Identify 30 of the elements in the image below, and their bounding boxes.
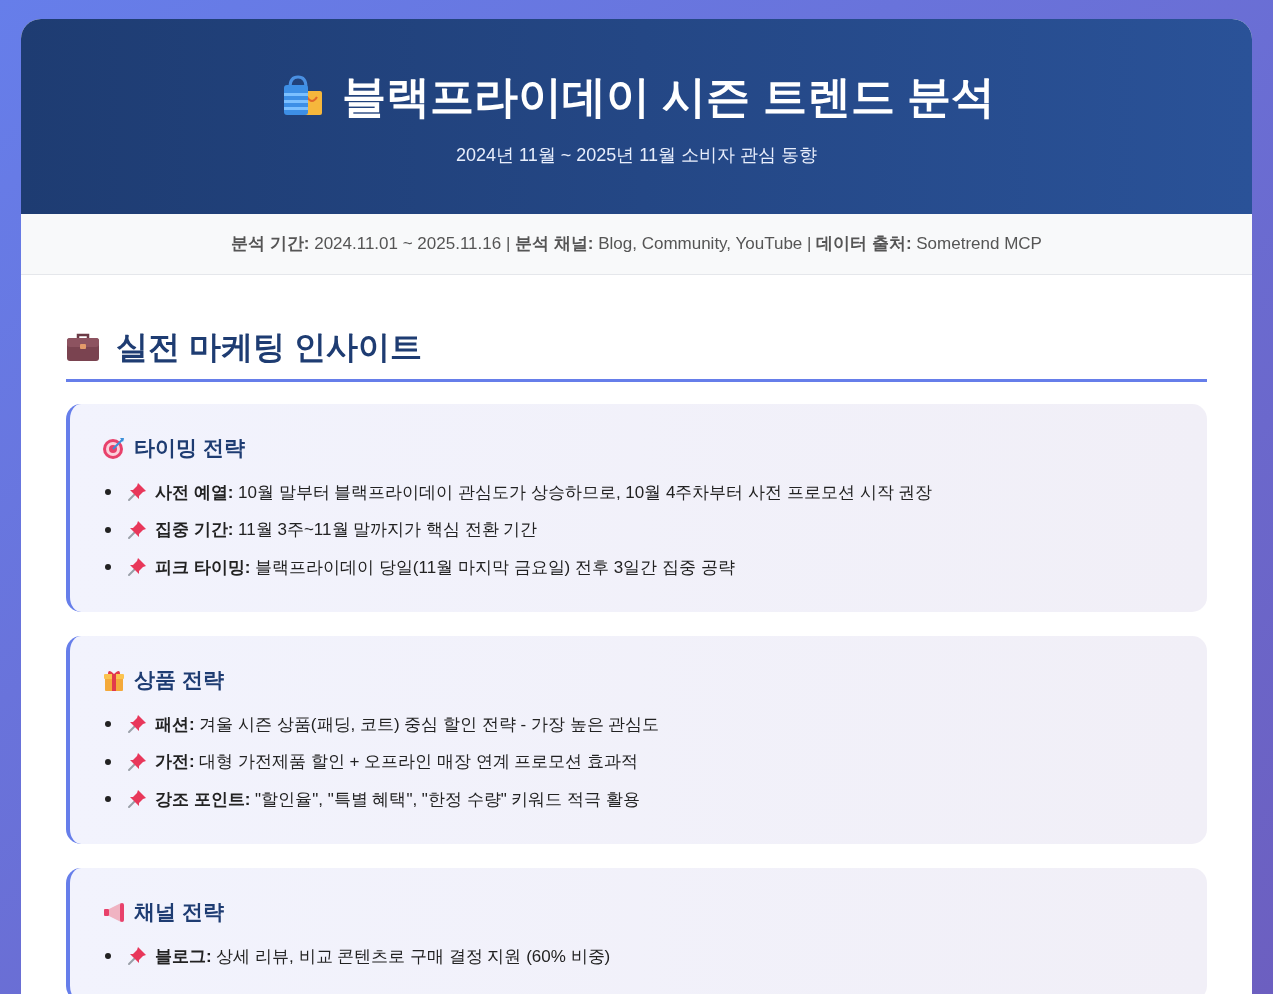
bullet-icon bbox=[105, 796, 111, 803]
bullet-icon bbox=[105, 953, 111, 960]
bullet-icon bbox=[105, 564, 111, 571]
pushpin-icon bbox=[127, 714, 147, 735]
section-title: 실전 마케팅 인사이트 bbox=[116, 328, 422, 367]
page-title: 블랙프라이데이 시즌 트렌드 분석 bbox=[342, 71, 995, 123]
bullet-icon bbox=[105, 721, 111, 728]
target-icon bbox=[102, 435, 126, 460]
pushpin-icon bbox=[127, 482, 147, 503]
strategy-item: 블로그: 상세 리뷰, 비교 콘텐츠로 구매 결정 지원 (60% 비중) bbox=[155, 945, 611, 968]
card-title: 상품 전략 bbox=[134, 667, 224, 693]
pushpin-icon bbox=[127, 751, 147, 772]
bullet-icon bbox=[105, 526, 111, 533]
strategy-item: 패션: 겨울 시즌 상품(패딩, 코트) 중심 할인 전략 - 가장 높은 관심도 bbox=[155, 713, 660, 736]
strategy-item: 가전: 대형 가전제품 할인 + 오프라인 매장 연계 프로모션 효과적 bbox=[155, 751, 639, 773]
pushpin-icon bbox=[127, 789, 147, 810]
strategy-item: 집중 기간: 11월 3주~11월 말까지가 핵심 전환 기간 bbox=[155, 519, 538, 541]
card-title: 타이밍 전략 bbox=[134, 435, 245, 461]
pushpin-icon bbox=[127, 519, 147, 540]
pushpin-icon bbox=[127, 946, 147, 967]
card-title: 채널 전략 bbox=[134, 899, 224, 925]
strategy-item: 피크 타이밍: 블랙프라이데이 당일(11월 마지막 금요일) 전후 3일간 집중 공략 bbox=[155, 556, 735, 579]
bullet-icon bbox=[105, 489, 111, 496]
page-subtitle: 2024년 11월 ~ 2025년 11월 소비자 관심 동향 bbox=[456, 144, 817, 167]
strategy-item: 사전 예열: 10월 말부터 블랙프라이데이 관심도가 상승하므로, 10월 4주차부터 사전 프로모션 시작 권장 bbox=[155, 481, 933, 504]
strategy-item: 강조 포인트: "할인율", "특별 혜택", "한정 수량" 키워드 적극 활용 bbox=[155, 788, 640, 811]
analysis-info: 분석 기간: 2024.11.01 ~ 2025.11.16 | 분석 채널: Blog, Community, YouTube | 데이터 출처: Sometrend MCP bbox=[231, 233, 1042, 256]
briefcase-icon bbox=[66, 332, 100, 362]
bullet-icon bbox=[105, 758, 111, 765]
pushpin-icon bbox=[127, 557, 147, 578]
